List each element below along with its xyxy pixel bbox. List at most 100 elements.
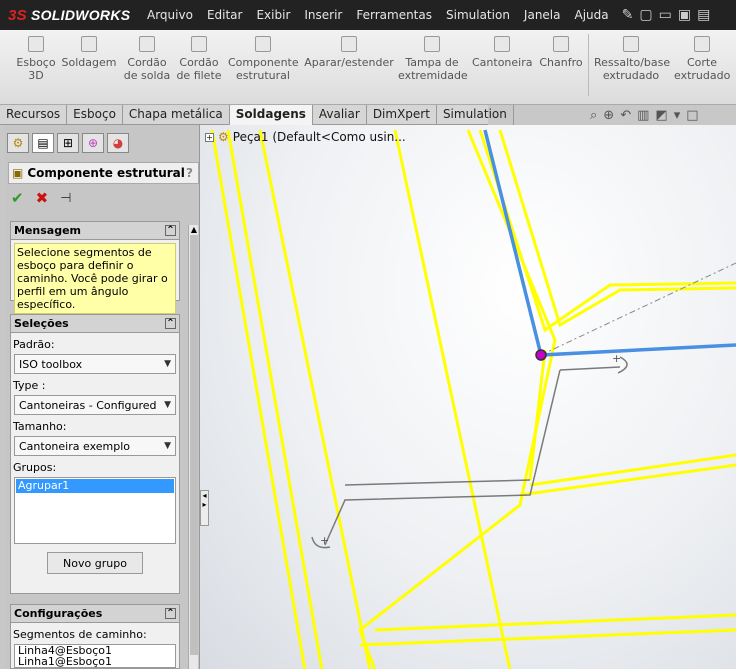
print-icon[interactable]: ▤ (697, 7, 710, 23)
pushpin-icon[interactable]: ⊣ (60, 191, 71, 206)
collapse-icon[interactable]: ⌃ (165, 225, 176, 236)
previous-view-icon[interactable]: ↶ (620, 108, 631, 123)
menu-bar: Arquivo Editar Exibir Inserir Ferramenta… (140, 0, 616, 30)
soldagem-button[interactable]: Soldagem (60, 36, 118, 69)
tab-avaliar[interactable]: Avaliar (313, 105, 367, 125)
heads-up-view-toolbar: ⌕ ⊕ ↶ ▥ ◩ ▾ □ (590, 108, 699, 123)
display-manager-tab[interactable]: ◕ (107, 133, 129, 153)
new-group-button[interactable]: Novo grupo (47, 552, 143, 574)
dimxpert-manager-tab[interactable]: ⊕ (82, 133, 104, 153)
command-manager-tabs: Recursos Esboço Chapa metálica Soldagens… (0, 105, 514, 125)
part-name[interactable]: Peça1 (Default<Como usin... (233, 130, 406, 144)
structural-member-icon: ▣ (12, 166, 24, 180)
tab-dimxpert[interactable]: DimXpert (367, 105, 437, 125)
end-cap-icon (424, 36, 440, 52)
menu-inserir[interactable]: Inserir (297, 8, 349, 22)
aparar-estender-button[interactable]: Aparar/estender (304, 36, 394, 69)
scroll-thumb[interactable] (190, 235, 198, 655)
type-select[interactable]: Cantoneiras - Configured ▼ (14, 395, 176, 415)
standard-label: Padrão: (13, 338, 55, 351)
new-document-icon[interactable]: ▢ (639, 7, 652, 23)
message-text: Selecione segmentos de esboço para defin… (14, 243, 176, 314)
ribbon-separator (588, 34, 589, 96)
configurations-header[interactable]: Configurações ⌃ (11, 605, 179, 623)
tab-chapa-metalica[interactable]: Chapa metálica (123, 105, 230, 125)
zoom-area-icon[interactable]: ⊕ (603, 108, 614, 123)
configurations-group: Configurações ⌃ Segmentos de caminho: Lin… (10, 604, 180, 669)
property-manager-title: ▣ Componente estrutural ? (8, 162, 199, 184)
message-header[interactable]: Mensagem ⌃ (11, 222, 179, 240)
pierce-point-handle[interactable] (535, 349, 547, 361)
standard-select[interactable]: ISO toolbox ▼ (14, 354, 176, 374)
zoom-to-fit-icon[interactable]: ⌕ (590, 108, 597, 123)
scroll-up-icon[interactable]: ▲ (189, 225, 199, 234)
chevron-down-icon: ▼ (164, 400, 171, 410)
message-group: Mensagem ⌃ Selecione segmentos de esboço … (10, 221, 180, 314)
groups-list[interactable]: Agrupar1 (14, 477, 176, 544)
cantoneira-button[interactable]: Cantoneira (472, 36, 533, 69)
menu-ferramentas[interactable]: Ferramentas (349, 8, 439, 22)
help-icon[interactable]: ? (186, 166, 193, 180)
menu-exibir[interactable]: Exibir (249, 8, 297, 22)
configuration-manager-tab[interactable]: ⊞ (57, 133, 79, 153)
property-manager-tab[interactable]: ▤ (32, 133, 54, 153)
weldment-icon (81, 36, 97, 52)
display-style-icon[interactable]: ▾ (674, 108, 681, 123)
cordao-solda-button[interactable]: Cordão de solda (123, 36, 171, 82)
tab-recursos[interactable]: Recursos (0, 105, 68, 125)
pin-menu-icon[interactable]: ✎ (622, 7, 634, 23)
tampa-extremidade-button[interactable]: Tampa de extremidade (398, 36, 468, 82)
save-icon[interactable]: ▣ (678, 7, 691, 23)
ressalto-base-button[interactable]: Ressalto/base extrudado (594, 36, 670, 82)
corte-extrudado-button[interactable]: Corte extrudado (674, 36, 730, 82)
ok-button[interactable]: ✔ (11, 189, 24, 207)
tab-soldagens[interactable]: Soldagens (229, 105, 313, 125)
view-orientation-icon[interactable]: ◩ (655, 108, 667, 123)
esboco-3d-button[interactable]: Esboço 3D (9, 36, 63, 82)
list-item[interactable]: Linha1@Esboço1 (18, 656, 175, 667)
size-select[interactable]: Cantoneira exemplo ▼ (14, 436, 176, 456)
componente-estrutural-button[interactable]: Componente estrutural (228, 36, 299, 82)
configuration-manager-icon: ⊞ (62, 136, 74, 150)
section-view-icon[interactable]: ▥ (637, 108, 649, 123)
feature-manager-icon: ⚙ (12, 136, 24, 150)
feature-manager-tab[interactable]: ⚙ (7, 133, 29, 153)
fillet-bead-icon (191, 36, 207, 52)
chanfro-button[interactable]: Chanfro (538, 36, 584, 69)
menu-ajuda[interactable]: Ajuda (568, 8, 616, 22)
selections-group: Seleções ⌃ Padrão: ISO toolbox ▼ Type : Ca… (10, 314, 180, 594)
type-label: Type : (13, 379, 46, 392)
collapse-icon[interactable]: ⌃ (165, 608, 176, 619)
structural-profile (210, 129, 736, 669)
menu-simulation[interactable]: Simulation (439, 8, 517, 22)
trim-extend-icon (341, 36, 357, 52)
model-view[interactable]: + + (200, 125, 736, 669)
panel-scrollbar[interactable]: ▲ (188, 225, 198, 669)
property-manager-icon: ▤ (37, 136, 49, 150)
gusset-icon (494, 36, 510, 52)
menu-arquivo[interactable]: Arquivo (140, 8, 200, 22)
tab-esboco[interactable]: Esboço (67, 105, 123, 125)
cordao-filete-button[interactable]: Cordão de filete (176, 36, 222, 82)
path-segments-list[interactable]: Linha4@Esboço1 Linha1@Esboço1 (14, 644, 176, 668)
graphics-area[interactable]: + + (200, 125, 736, 669)
feature-tree-flyout[interactable]: + ⚙ Peça1 (Default<Como usin... (205, 130, 406, 144)
chevron-down-icon: ▼ (164, 359, 171, 369)
ds-logo-icon: 3S (8, 6, 27, 24)
cube-icon[interactable]: □ (686, 108, 698, 123)
tab-simulation[interactable]: Simulation (437, 105, 514, 125)
menu-janela[interactable]: Janela (517, 8, 568, 22)
title-bar: 3S SOLIDWORKS Arquivo Editar Exibir Inser… (0, 0, 736, 30)
expand-icon[interactable]: + (205, 132, 214, 142)
collapse-icon[interactable]: ⌃ (165, 318, 176, 329)
display-manager-icon: ◕ (112, 136, 124, 150)
chevron-down-icon: ▼ (164, 441, 171, 451)
menu-editar[interactable]: Editar (200, 8, 250, 22)
property-manager-actions: ✔ ✖ ⊣ (11, 189, 71, 207)
panel-splitter-handle[interactable]: ◂ ▸ (200, 490, 209, 526)
list-item[interactable]: Agrupar1 (16, 479, 174, 493)
selections-header[interactable]: Seleções ⌃ (11, 315, 179, 333)
open-document-icon[interactable]: ▭ (659, 7, 672, 23)
cancel-button[interactable]: ✖ (36, 189, 49, 207)
solidworks-logo: 3S SOLIDWORKS (8, 6, 131, 24)
